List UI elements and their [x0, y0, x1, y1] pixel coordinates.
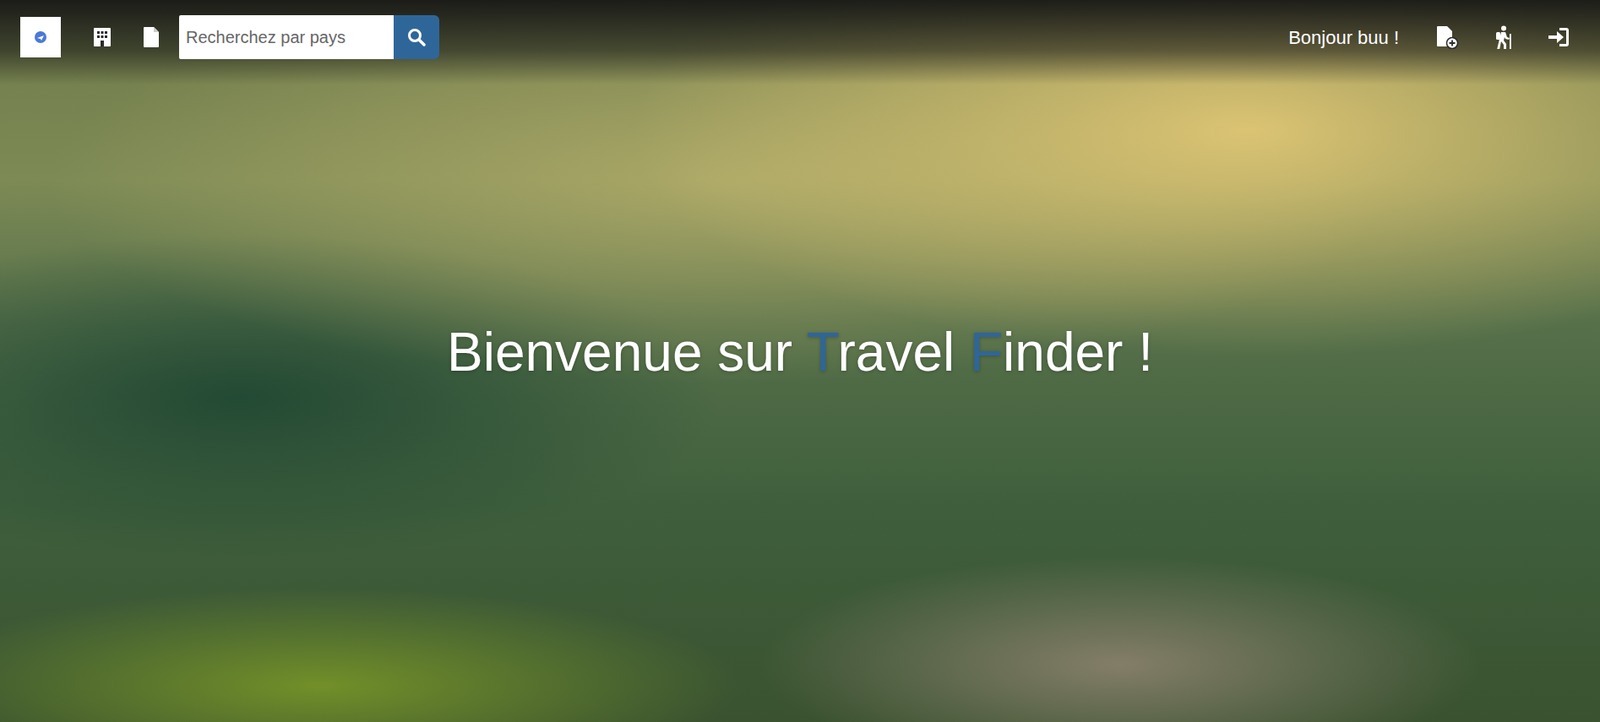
- search-button[interactable]: [393, 15, 440, 60]
- title-part: F: [969, 321, 1003, 383]
- file-icon[interactable]: [130, 16, 173, 59]
- hero-center: Bienvenue sur Travel Finder !: [0, 84, 1600, 722]
- welcome-title: Bienvenue sur Travel Finder !: [446, 320, 1154, 386]
- hero: Bonjour buu ! Bienvenue sur Travel Finde…: [0, 0, 1600, 722]
- title-part: T: [806, 321, 839, 383]
- hotel-icon[interactable]: [81, 16, 124, 59]
- search-form: [179, 15, 440, 60]
- title-part: Bienvenue sur: [446, 321, 807, 383]
- title-part: ravel: [838, 321, 971, 383]
- user-area: Bonjour buu !: [1268, 16, 1580, 59]
- logo-icon[interactable]: [20, 16, 61, 58]
- search-icon: [407, 27, 426, 47]
- search-input[interactable]: [179, 15, 394, 60]
- top-navbar: Bonjour buu !: [0, 0, 1600, 85]
- hiker-icon[interactable]: [1481, 16, 1524, 59]
- greeting: Bonjour buu !: [1268, 23, 1420, 52]
- sign-in-icon[interactable]: [1537, 16, 1580, 59]
- title-part: inder !: [1002, 321, 1154, 383]
- add-file-icon[interactable]: [1425, 16, 1469, 59]
